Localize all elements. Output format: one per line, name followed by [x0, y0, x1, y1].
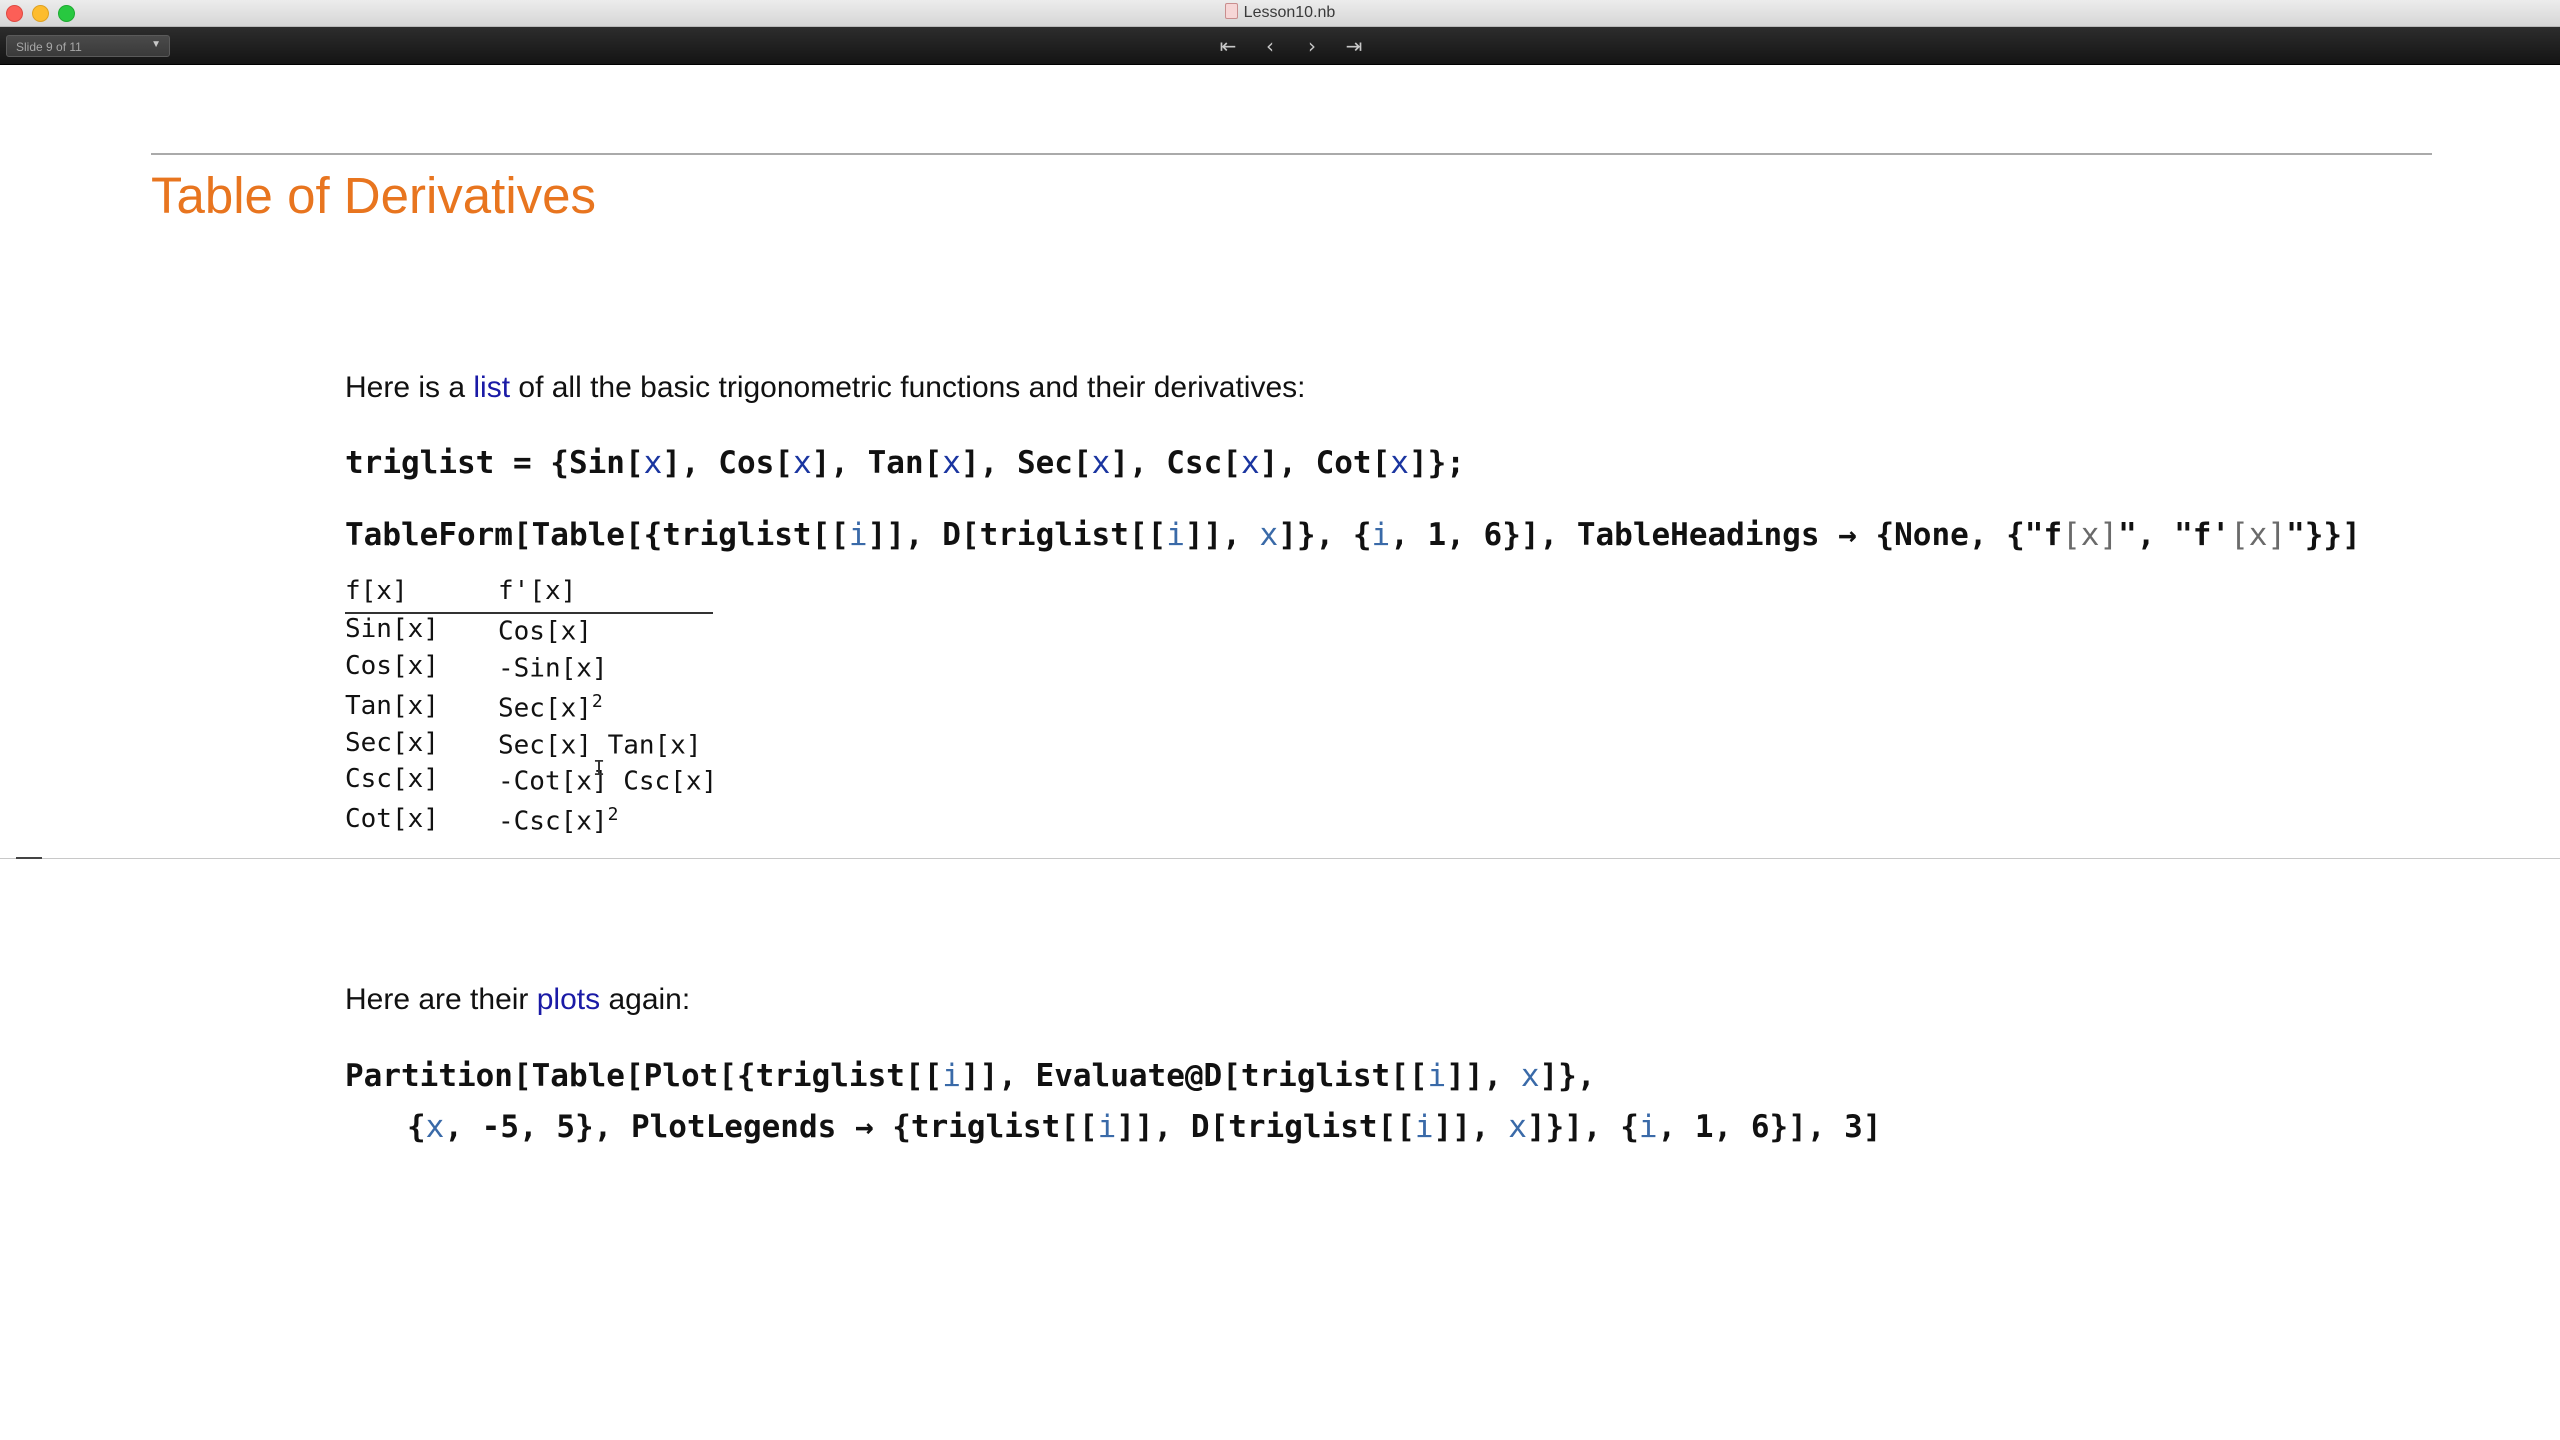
intro-text-after: of all the basic trigonometric functions… [510, 371, 1306, 404]
intro-text: Here is a list of all the basic trigonom… [345, 371, 1305, 405]
window-title-bar: Lesson10.nb [0, 0, 2560, 27]
slide-selector-dropdown[interactable]: Slide 9 of 11 ▼ [6, 35, 170, 57]
table-row-2-derivative: Sec[x]2 [498, 691, 603, 724]
table-row-0-derivative: Cos[x] [498, 614, 592, 647]
window-title: Lesson10.nb [0, 3, 2560, 22]
table-header-derivative: f'[x] [498, 576, 577, 606]
triglist-input-cell[interactable]: triglist = {Sin[x], Cos[x], Tan[x], Sec[… [345, 445, 1465, 481]
plots-link[interactable]: plots [537, 983, 600, 1016]
intro-text-before: Here is a [345, 371, 474, 404]
list-link[interactable]: list [473, 371, 510, 404]
notebook-document-icon [1224, 3, 1238, 19]
table-row-1-derivative-text: -Sin[x] [498, 653, 608, 684]
last-slide-button[interactable]: ⇥ [1341, 33, 1367, 59]
table-row-5-exponent: 2 [607, 804, 619, 825]
table-row-4-derivative: -Cot[x] Csc[x] [498, 764, 717, 797]
window-title-text: Lesson10.nb [1243, 4, 1336, 21]
slide-break-line [0, 858, 2560, 859]
text-cursor-icon: I [593, 756, 606, 780]
partition-input-cell-line-1[interactable]: Partition[Table[Plot[{triglist[[i]], Eva… [345, 1058, 1596, 1094]
table-row-4-derivative-text: -Cot[x] Csc[x] [498, 766, 718, 797]
table-row-4-function: Csc[x] [345, 764, 439, 794]
slide-title: Table of Derivatives [151, 167, 597, 224]
table-row-5-derivative: -Csc[x]2 [498, 804, 618, 837]
slideshow-toolbar: Slide 9 of 11 ▼ ⇤ ‹ › ⇥ [0, 27, 2560, 65]
plots-text-after: again: [600, 983, 691, 1016]
first-slide-button[interactable]: ⇤ [1215, 33, 1241, 59]
partition-input-cell-line-2[interactable]: {x, -5, 5}, PlotLegends → {triglist[[i]]… [407, 1109, 1882, 1145]
table-row-1-function: Cos[x] [345, 651, 439, 681]
table-row-0-function: Sin[x] [345, 614, 439, 644]
previous-slide-icon: ‹ [1266, 34, 1274, 58]
table-row-1-derivative: -Sin[x] [498, 651, 608, 684]
last-slide-icon: ⇥ [1345, 34, 1363, 58]
next-slide-button[interactable]: › [1299, 33, 1325, 59]
table-row-3-function: Sec[x] [345, 728, 439, 758]
slide-break-marker [16, 857, 42, 859]
next-slide-icon: › [1308, 34, 1316, 58]
table-row-2-derivative-text: Sec[x] [498, 693, 592, 724]
tableform-input-cell[interactable]: TableForm[Table[{triglist[[i]], D[trigli… [345, 517, 2361, 553]
plots-text: Here are their plots again: [345, 983, 690, 1017]
slide-indicator: Slide 9 of 11 [16, 40, 82, 54]
table-header-f: f[x] [345, 576, 408, 606]
table-row-5-derivative-text: -Csc[x] [498, 806, 608, 837]
table-row-2-function: Tan[x] [345, 691, 439, 721]
plots-text-before: Here are their [345, 983, 537, 1016]
previous-slide-button[interactable]: ‹ [1257, 33, 1283, 59]
first-slide-icon: ⇤ [1219, 34, 1237, 58]
table-row-2-exponent: 2 [591, 691, 603, 712]
table-row-0-derivative-text: Cos[x] [498, 616, 592, 647]
section-divider [151, 153, 2432, 155]
table-row-5-function: Cot[x] [345, 804, 439, 834]
chevron-down-icon: ▼ [151, 39, 161, 50]
